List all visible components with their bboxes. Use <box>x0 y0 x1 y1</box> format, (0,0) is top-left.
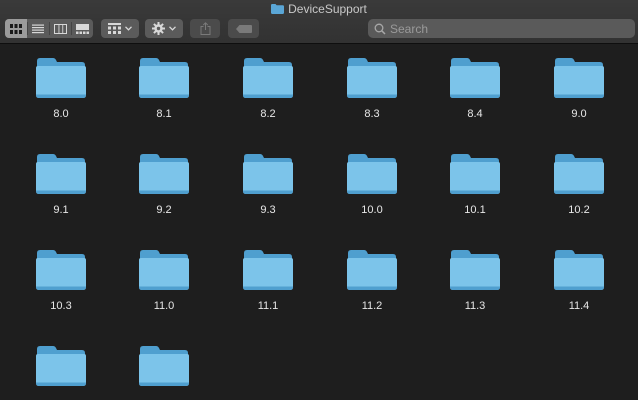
folder-icon <box>450 154 500 194</box>
chevron-down-icon <box>169 26 176 31</box>
folder-item[interactable]: 9.0 <box>534 45 624 125</box>
folder-icon <box>347 250 397 290</box>
folder-icon <box>450 58 500 98</box>
folder-label: 9.1 <box>53 204 69 216</box>
icon-view-button[interactable] <box>5 19 27 38</box>
column-view-button[interactable] <box>49 19 71 38</box>
search-field[interactable] <box>368 19 635 38</box>
folder-label: 8.0 <box>53 108 69 120</box>
folder-label: 11.1 <box>257 300 279 312</box>
chevron-down-icon <box>125 26 132 31</box>
folder-item[interactable]: 10.1 <box>430 141 520 221</box>
tags-button[interactable] <box>228 19 259 38</box>
folder-icon <box>36 154 86 194</box>
folder-item[interactable]: 10.0 <box>327 141 417 221</box>
finder-window: DeviceSupport Search 8.0 8.1 8.2 8.3 8.4… <box>0 0 638 400</box>
folder-icon <box>243 58 293 98</box>
folder-label: 9.2 <box>156 204 172 216</box>
folder-item[interactable]: 8.4 <box>430 45 520 125</box>
folder-item[interactable]: 9.1 <box>16 141 106 221</box>
folder-icon <box>36 58 86 98</box>
folder-item[interactable]: 9.3 <box>223 141 313 221</box>
folder-item[interactable] <box>119 333 209 400</box>
folder-item[interactable]: 8.2 <box>223 45 313 125</box>
folder-label: 8.3 <box>364 108 380 120</box>
folder-icon <box>36 250 86 290</box>
gallery-view-button[interactable] <box>71 19 93 38</box>
tag-icon <box>235 24 252 33</box>
folder-label: 10.0 <box>361 204 383 216</box>
folder-label: 8.4 <box>467 108 483 120</box>
folder-item[interactable]: 11.2 <box>327 237 417 317</box>
folder-item[interactable]: 11.1 <box>223 237 313 317</box>
folder-icon <box>554 154 604 194</box>
folder-item[interactable]: 8.1 <box>119 45 209 125</box>
action-button[interactable] <box>145 19 183 38</box>
folder-label: 8.1 <box>156 108 172 120</box>
folder-label: 9.0 <box>571 108 587 120</box>
gallery-view-icon <box>75 23 89 34</box>
folder-icon <box>271 4 285 14</box>
window-title-text: DeviceSupport <box>288 2 367 16</box>
folder-item[interactable]: 8.0 <box>16 45 106 125</box>
list-view-button[interactable] <box>27 19 49 38</box>
folder-item[interactable] <box>16 333 106 400</box>
folder-icon <box>139 346 189 386</box>
folder-icon <box>139 154 189 194</box>
folder-label: 11.2 <box>361 300 383 312</box>
folder-icon <box>347 154 397 194</box>
toolbar: DeviceSupport <box>0 0 638 44</box>
folder-label: 10.3 <box>50 300 72 312</box>
folder-icon <box>554 58 604 98</box>
folder-icon <box>450 250 500 290</box>
group-by-button[interactable] <box>101 19 139 38</box>
folder-icon <box>347 58 397 98</box>
folder-icon <box>36 346 86 386</box>
folder-label: 11.3 <box>464 300 486 312</box>
view-mode-control <box>5 19 93 38</box>
folder-grid: 8.0 8.1 8.2 8.3 8.4 9.0 9.1 9.2 9.3 10.0 10.1 10.2 1… <box>0 45 638 400</box>
folder-icon <box>243 250 293 290</box>
share-button[interactable] <box>190 19 220 38</box>
window-title: DeviceSupport <box>0 1 638 17</box>
group-grid-icon <box>108 23 121 34</box>
folder-icon <box>243 154 293 194</box>
folder-label: 11.4 <box>568 300 590 312</box>
search-icon <box>374 23 386 35</box>
share-icon <box>200 22 210 35</box>
folder-label: 11.0 <box>153 300 175 312</box>
folder-item[interactable]: 11.4 <box>534 237 624 317</box>
folder-item[interactable]: 9.2 <box>119 141 209 221</box>
folder-label: 10.2 <box>568 204 590 216</box>
folder-label: 10.1 <box>464 204 486 216</box>
folder-icon <box>554 250 604 290</box>
folder-icon <box>139 58 189 98</box>
column-view-icon <box>53 23 67 34</box>
folder-item[interactable]: 10.3 <box>16 237 106 317</box>
folder-item[interactable]: 11.0 <box>119 237 209 317</box>
icon-view-icon <box>10 23 22 34</box>
folder-label: 9.3 <box>260 204 276 216</box>
folder-item[interactable]: 10.2 <box>534 141 624 221</box>
list-view-icon <box>32 24 44 33</box>
folder-item[interactable]: 8.3 <box>327 45 417 125</box>
search-input[interactable] <box>390 20 630 37</box>
gear-icon <box>152 22 165 35</box>
folder-item[interactable]: 11.3 <box>430 237 520 317</box>
folder-label: 8.2 <box>260 108 276 120</box>
folder-icon <box>139 250 189 290</box>
